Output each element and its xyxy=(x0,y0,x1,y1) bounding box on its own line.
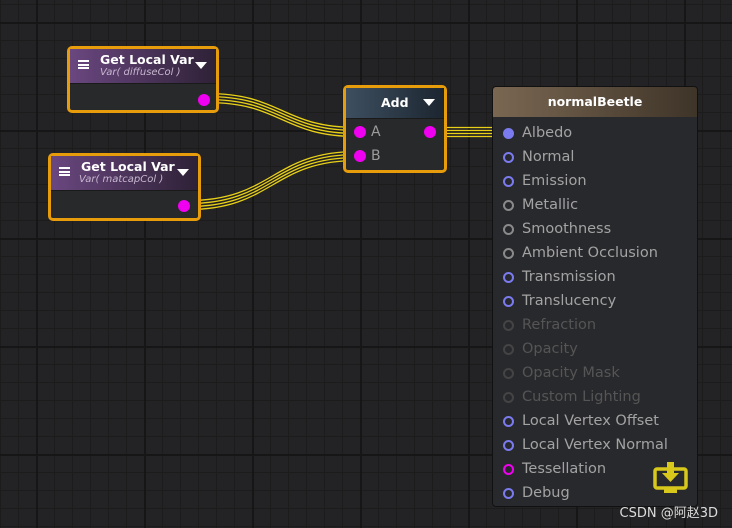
port-label: Translucency xyxy=(522,293,617,309)
wire-strand xyxy=(206,98,358,135)
add-node[interactable]: Add A B xyxy=(343,85,447,173)
port-circle-icon[interactable] xyxy=(503,271,514,283)
input-a-label: A xyxy=(371,124,381,140)
port-label: Tessellation xyxy=(522,461,607,477)
port-tessellation[interactable]: Tessellation xyxy=(503,459,606,479)
input-port-a[interactable] xyxy=(354,126,366,138)
port-ambient-occlusion[interactable]: Ambient Occlusion xyxy=(503,243,658,263)
port-circle-icon[interactable] xyxy=(503,151,514,163)
port-translucency[interactable]: Translucency xyxy=(503,291,616,311)
port-label: Local Vertex Offset xyxy=(522,413,659,429)
port-label: Opacity Mask xyxy=(522,365,620,381)
wire-diffuse-to-a xyxy=(206,92,358,138)
port-label: Debug xyxy=(522,485,570,501)
port-circle-icon[interactable] xyxy=(503,487,514,499)
port-label: Custom Lighting xyxy=(522,389,641,405)
get-local-var-node-diffuse[interactable]: Get Local Var Var( diffuseCol ) xyxy=(67,46,219,113)
node-title: Get Local Var xyxy=(100,52,194,67)
port-circle-icon[interactable] xyxy=(503,175,514,187)
port-custom-lighting[interactable]: Custom Lighting xyxy=(503,387,641,407)
port-circle-icon[interactable] xyxy=(503,415,514,427)
port-emission[interactable]: Emission xyxy=(503,171,587,191)
input-b-label: B xyxy=(371,148,381,164)
port-transmission[interactable]: Transmission xyxy=(503,267,616,287)
port-label: Local Vertex Normal xyxy=(522,437,668,453)
port-circle-icon[interactable] xyxy=(503,439,514,451)
output-port[interactable] xyxy=(424,126,436,138)
output-port[interactable] xyxy=(198,94,210,106)
port-label: Metallic xyxy=(522,197,579,213)
port-circle-icon[interactable] xyxy=(503,367,514,379)
wire-strand xyxy=(206,95,358,132)
port-opacity[interactable]: Opacity xyxy=(503,339,578,359)
port-refraction[interactable]: Refraction xyxy=(503,315,596,335)
port-label: Ambient Occlusion xyxy=(522,245,658,261)
port-circle-icon[interactable] xyxy=(503,199,514,211)
port-circle-icon[interactable] xyxy=(503,295,514,307)
port-local-vertex-normal[interactable]: Local Vertex Normal xyxy=(503,435,668,455)
port-albedo[interactable]: Albedo xyxy=(503,123,572,143)
master-node-title: normalBeetle xyxy=(493,87,697,117)
port-smoothness[interactable]: Smoothness xyxy=(503,219,611,239)
port-debug[interactable]: Debug xyxy=(503,483,570,503)
port-label: Smoothness xyxy=(522,221,612,237)
port-opacity-mask[interactable]: Opacity Mask xyxy=(503,363,620,383)
wire-strand xyxy=(206,92,358,129)
dropdown-icon[interactable] xyxy=(423,99,435,106)
node-title: Get Local Var xyxy=(81,159,175,174)
output-port[interactable] xyxy=(178,200,190,212)
master-node[interactable]: normalBeetle Albedo Normal Emission Metalli… xyxy=(492,86,698,507)
port-circle-icon[interactable] xyxy=(503,247,514,259)
port-circle-icon[interactable] xyxy=(503,463,514,475)
port-normal[interactable]: Normal xyxy=(503,147,574,167)
dropdown-icon[interactable] xyxy=(177,169,189,176)
port-local-vertex-offset[interactable]: Local Vertex Offset xyxy=(503,411,659,431)
port-circle-icon[interactable] xyxy=(503,127,514,139)
menu-icon[interactable] xyxy=(59,167,70,176)
port-label: Emission xyxy=(522,173,587,189)
port-label: Normal xyxy=(522,149,575,165)
watermark: CSDN @阿赵3D xyxy=(619,506,718,521)
node-title: Add xyxy=(381,95,409,110)
port-label: Opacity xyxy=(522,341,578,357)
port-label: Transmission xyxy=(522,269,616,285)
input-port-b[interactable] xyxy=(354,150,366,162)
port-label: Albedo xyxy=(522,125,573,141)
port-circle-icon[interactable] xyxy=(503,223,514,235)
wire-matcap-to-b xyxy=(187,150,358,211)
node-subtitle: Var( matcapCol ) xyxy=(79,174,164,185)
port-metallic[interactable]: Metallic xyxy=(503,195,578,215)
port-circle-icon[interactable] xyxy=(503,391,514,403)
download-icon[interactable] xyxy=(653,462,689,496)
node-subtitle: Var( diffuseCol ) xyxy=(100,67,181,78)
dropdown-icon[interactable] xyxy=(195,62,207,69)
menu-icon[interactable] xyxy=(78,60,89,69)
wire-strand xyxy=(206,101,358,138)
get-local-var-node-matcap[interactable]: Get Local Var Var( matcapCol ) xyxy=(48,153,201,221)
port-label: Refraction xyxy=(522,317,597,333)
port-circle-icon[interactable] xyxy=(503,319,514,331)
port-circle-icon[interactable] xyxy=(503,343,514,355)
